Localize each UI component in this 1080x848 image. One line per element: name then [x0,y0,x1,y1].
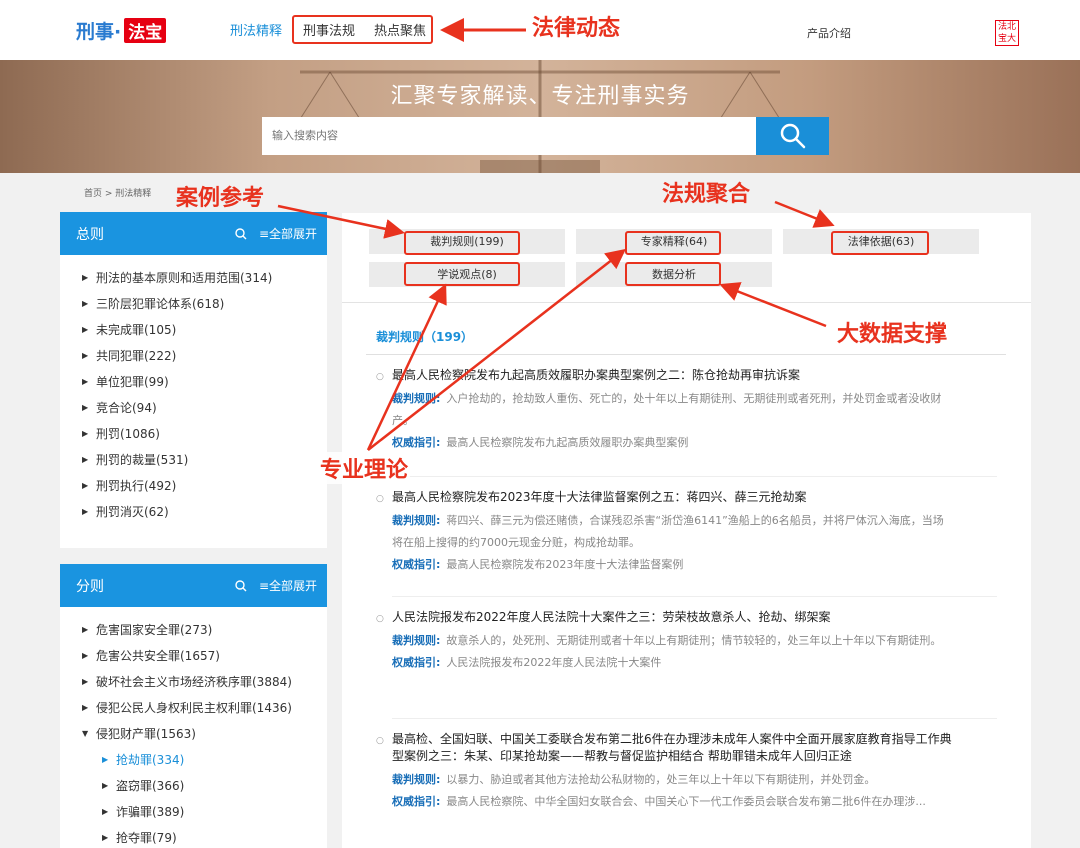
arrow-to-legal-basis [774,200,835,228]
annotation-arrows [277,18,835,451]
arrow-to-data-analysis [719,282,827,328]
arrow-to-judgment-rules [277,204,405,239]
annotation-big-data-support: 大数据支撑 [833,316,952,348]
arrow-to-academic-views [366,283,447,451]
annotation-case-reference: 案例参考 [176,186,265,211]
arrow-to-expert-interpretation [367,248,626,451]
annotation-professional-theory: 专业理论 [318,452,411,484]
annotation-legal-dynamics: 法律动态 [532,16,621,41]
annotation-regulation-aggregation: 法规聚合 [662,182,751,207]
